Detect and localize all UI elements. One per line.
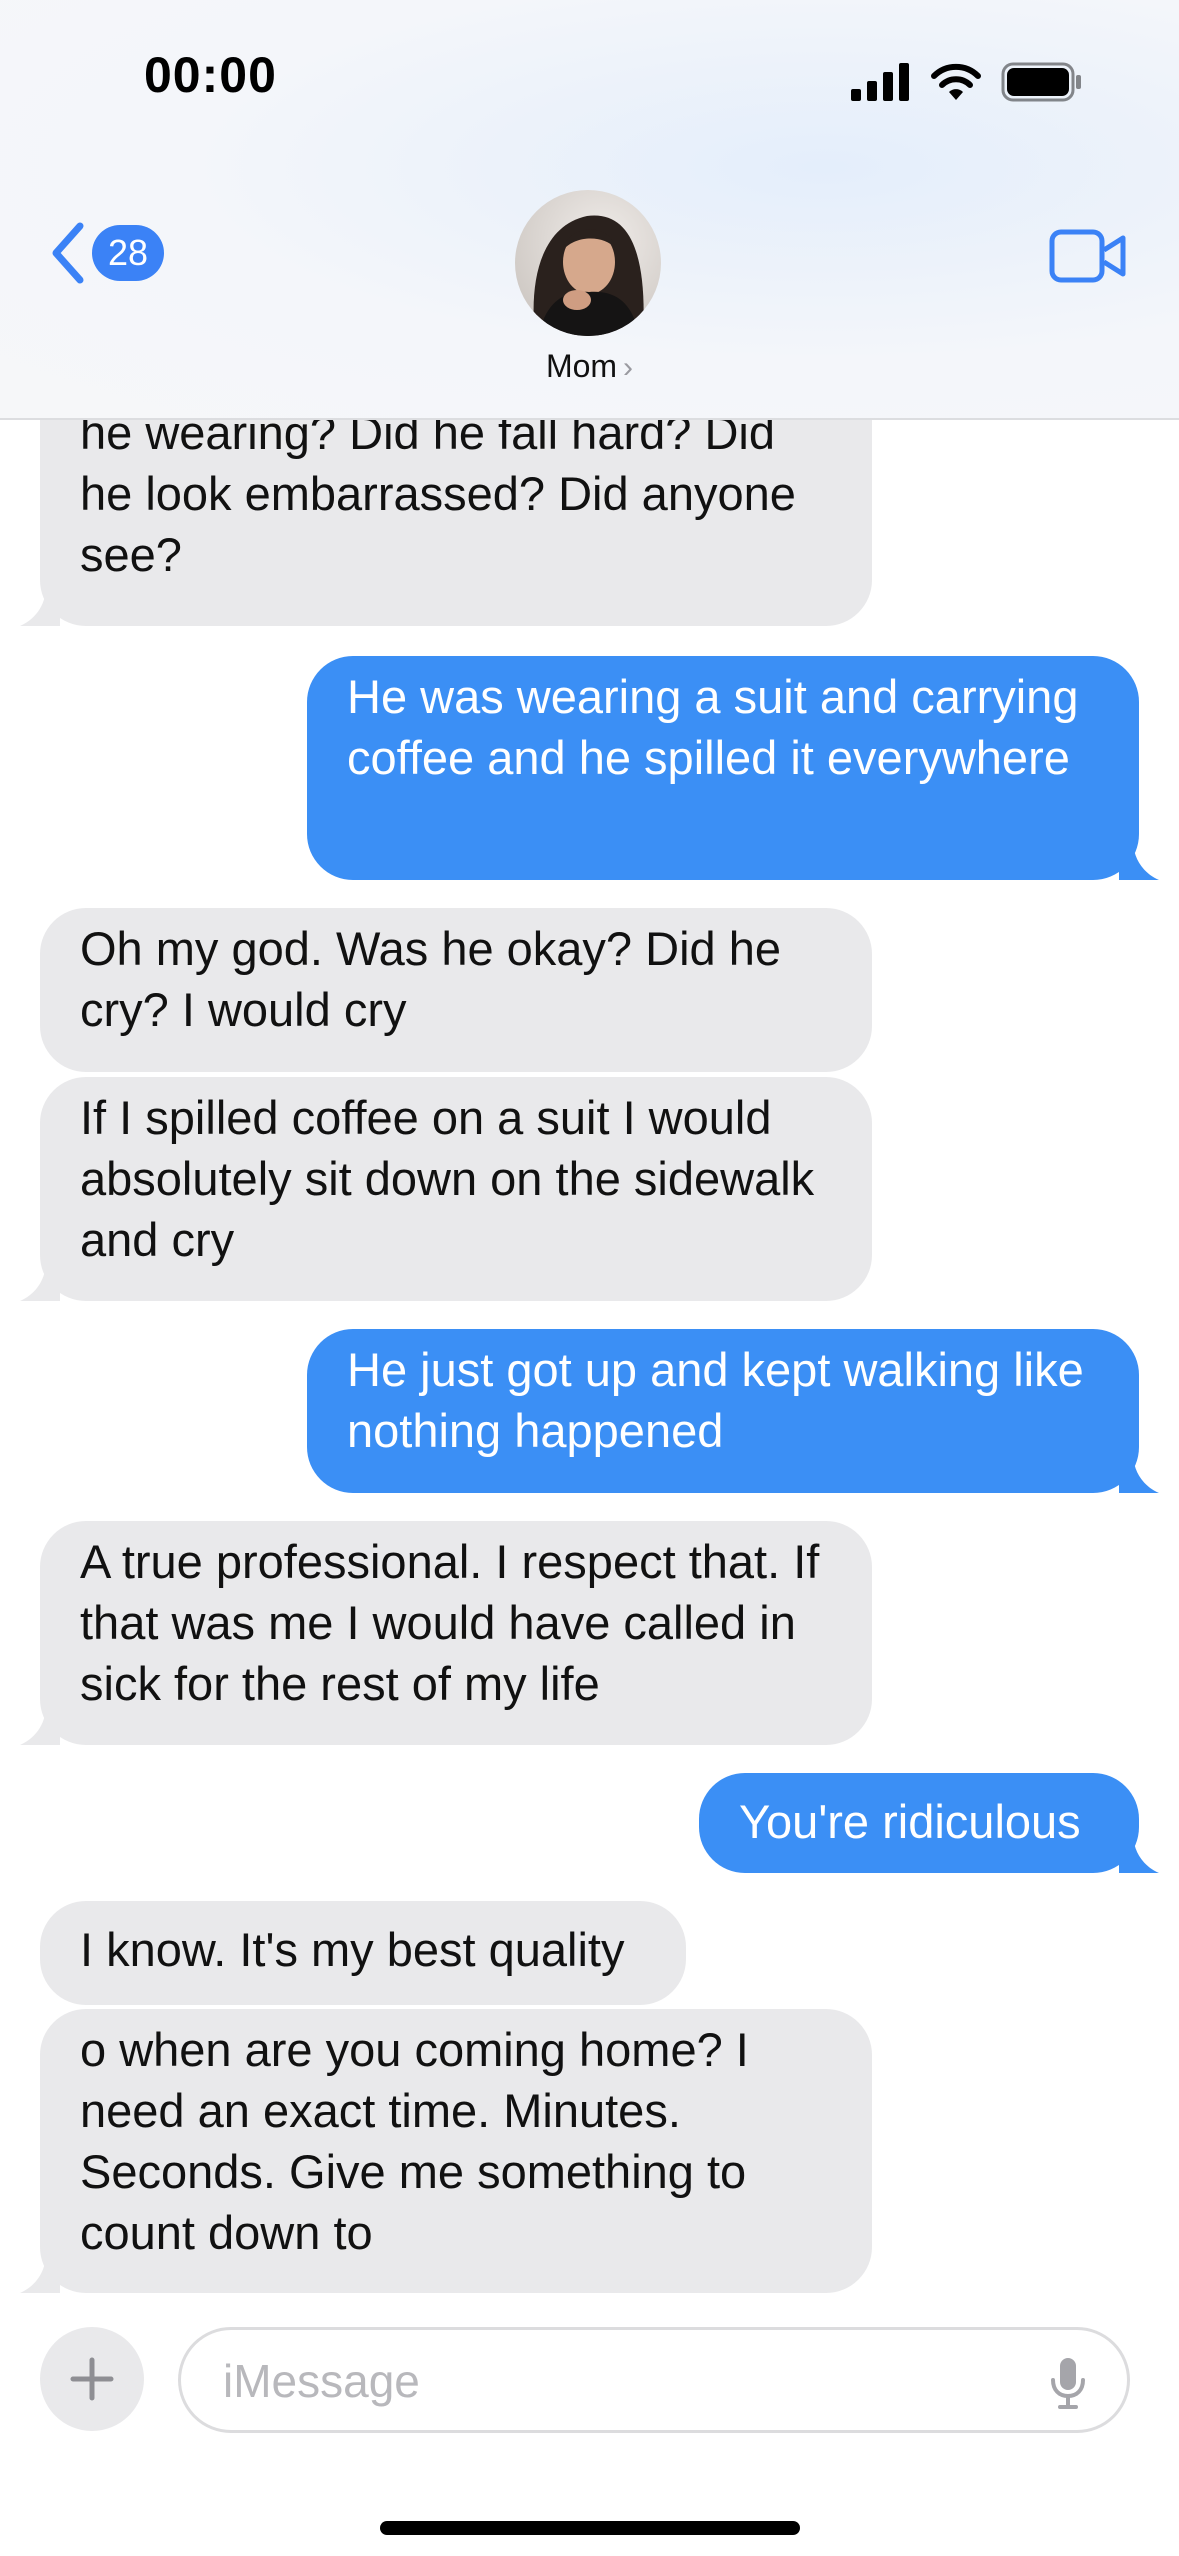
message-bubble-incoming[interactable]: I know. It's my best quality [40,1901,686,2005]
message-bubble-outgoing[interactable]: You're ridiculous [699,1773,1159,1873]
video-call-button[interactable] [1049,228,1127,289]
bubble-tail-icon [1119,1453,1159,1493]
message-bubble-incoming[interactable]: If I spilled coffee on a suit I would ab… [20,1077,872,1301]
dictation-button[interactable] [1049,2356,1087,2415]
message-bubble-outgoing[interactable]: He just got up and kept walking like not… [307,1329,1159,1493]
bubble-tail-icon [1119,840,1159,880]
message-text: o when are you coming home? I need an ex… [80,2023,749,2259]
message-bubble-incoming[interactable]: Oh my god. Was he okay? Did he cry? I wo… [40,908,872,1072]
contact-name: Mom [545,348,618,384]
bubble-tail-icon [20,586,60,626]
message-text: He was wearing a suit and carrying coffe… [347,670,1079,784]
home-indicator[interactable] [380,2521,800,2535]
message-bubble-incoming[interactable]: A true professional. I respect that. If … [20,1521,872,1745]
message-text: He just got up and kept walking like not… [347,1343,1084,1457]
bubble-tail-icon [1119,1833,1159,1873]
conversation-header: 00:00 28 Mom › [0,0,1179,420]
video-call-icon [1049,229,1126,283]
status-icons [851,62,1083,102]
message-bubble-outgoing[interactable]: He was wearing a suit and carrying coffe… [307,656,1159,880]
bubble-tail-icon [20,2253,60,2293]
message-text: he wearing? Did he fall hard? Did he loo… [80,406,796,581]
avatar[interactable] [515,190,661,336]
message-bubble-incoming[interactable]: o when are you coming home? I need an ex… [20,2009,872,2293]
message-text: Oh my god. Was he okay? Did he cry? I wo… [80,922,781,1036]
wifi-icon [931,63,981,100]
message-input-container [178,2327,1130,2433]
contact-name-button[interactable]: Mom › [0,348,1179,385]
plus-icon [70,2357,114,2401]
battery-icon [1001,62,1081,102]
message-text: If I spilled coffee on a suit I would ab… [80,1091,815,1266]
message-bubble-incoming[interactable]: he wearing? Did he fall hard? Did he loo… [20,406,872,626]
message-text: I know. It's my best quality [80,1923,625,1976]
add-attachment-button[interactable] [40,2327,144,2431]
status-time: 00:00 [144,47,277,103]
bubble-tail-icon [20,1705,60,1745]
chevron-right-icon: › [623,351,634,384]
back-chevron-icon [52,222,84,284]
message-text: You're ridiculous [739,1795,1081,1848]
signal-icon [851,63,909,101]
message-text: A true professional. I respect that. If … [80,1535,820,1710]
message-input[interactable] [221,2330,1005,2432]
unread-count-badge: 28 [92,225,164,281]
microphone-icon [1051,2358,1085,2409]
bubble-tail-icon [20,1261,60,1301]
back-button[interactable]: 28 [46,220,164,286]
